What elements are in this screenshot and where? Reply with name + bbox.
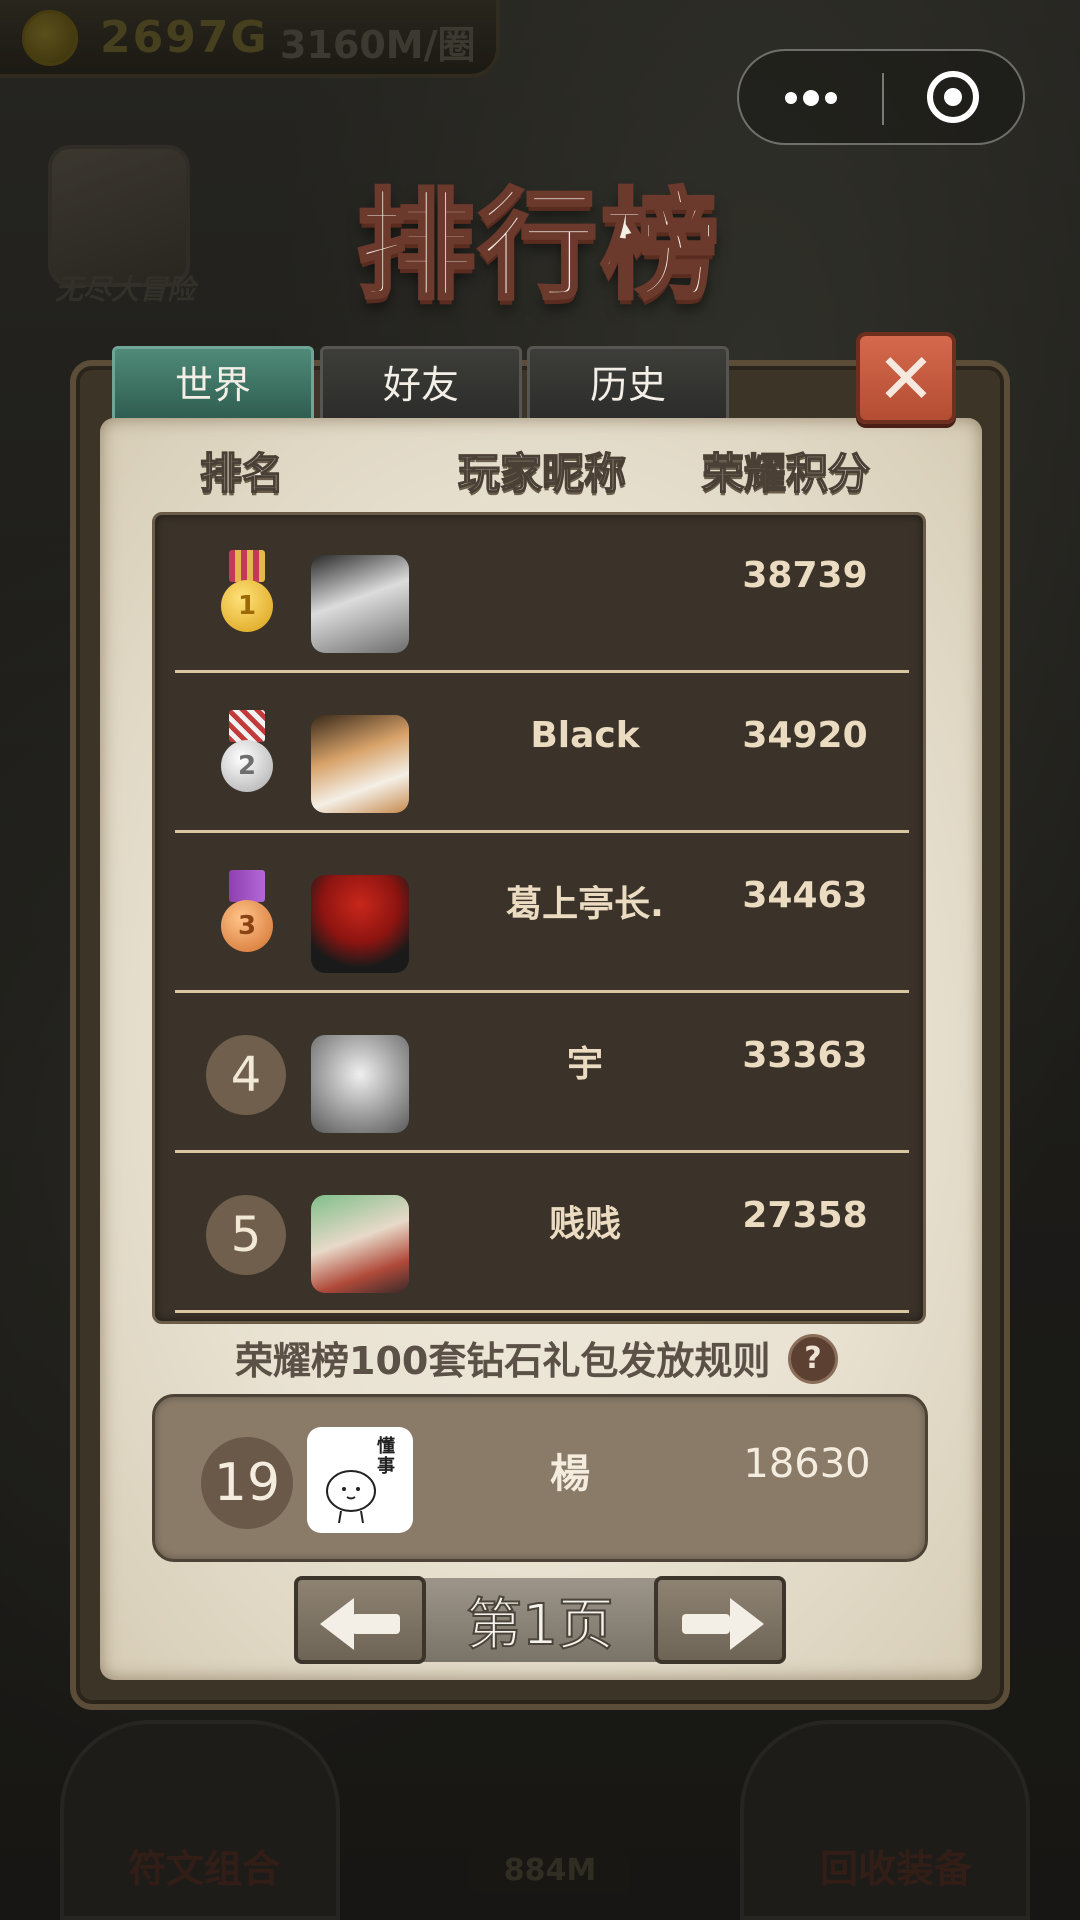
player-avatar	[311, 1195, 409, 1293]
my-rank-row: 19 懂事 楊 18630	[152, 1394, 928, 1562]
rank-number: 5	[206, 1195, 286, 1275]
prev-page-button[interactable]	[294, 1576, 426, 1664]
player-score: 34920	[742, 715, 868, 756]
row-divider	[175, 1150, 909, 1153]
my-avatar: 懂事	[307, 1427, 413, 1533]
ranking-list[interactable]: 1 38739 2 Black 34920 3 葛上亭长. 34463 4 宇 …	[152, 512, 926, 1324]
ranking-row[interactable]: 4 宇 33363	[155, 995, 923, 1153]
more-dot-icon	[825, 92, 837, 104]
player-score: 34463	[742, 875, 868, 916]
rank-number: 4	[206, 1035, 286, 1115]
more-button[interactable]	[739, 51, 882, 143]
cartoon-face-icon	[326, 1470, 376, 1524]
rewards-rules-link[interactable]: 荣耀榜100套钻石礼包发放规则	[235, 1330, 770, 1386]
ranking-row[interactable]: 3 葛上亭长. 34463	[155, 835, 923, 993]
more-dot-icon	[785, 92, 797, 104]
player-nickname: Black	[530, 715, 640, 756]
silver-medal-icon: 2	[221, 710, 273, 796]
player-nickname: 贱贱	[548, 1204, 621, 1245]
close-icon: ✕	[876, 338, 936, 420]
player-nickname: 葛上亭长.	[506, 884, 664, 925]
player-score: 33363	[742, 1035, 868, 1076]
my-score: 18630	[743, 1441, 871, 1487]
row-divider	[175, 830, 909, 833]
arrow-right-icon	[730, 1598, 764, 1650]
column-header-score: 荣耀积分	[701, 448, 871, 499]
more-dot-icon	[803, 90, 819, 106]
player-avatar	[311, 875, 409, 973]
tab-world[interactable]: 世界	[112, 346, 314, 418]
my-rank-number: 19	[201, 1437, 293, 1529]
close-button[interactable]: ✕	[856, 332, 956, 424]
column-header-rank: 排名	[199, 448, 285, 499]
next-page-button[interactable]	[654, 1576, 786, 1664]
column-header-nickname: 玩家昵称	[457, 448, 627, 499]
player-avatar	[311, 715, 409, 813]
mini-program-capsule	[737, 49, 1025, 145]
player-avatar	[311, 555, 409, 653]
page-indicator: 第1页	[465, 1592, 615, 1659]
player-score: 38739	[742, 555, 868, 596]
my-nickname: 楊	[550, 1451, 590, 1497]
bronze-medal-icon: 3	[221, 870, 273, 956]
gold-medal-icon: 1	[221, 550, 273, 636]
avatar-caption: 懂事	[377, 1436, 395, 1477]
row-divider	[175, 670, 909, 673]
ranking-row[interactable]: 2 Black 34920	[155, 675, 923, 833]
tab-history[interactable]: 历史	[527, 346, 729, 418]
player-nickname: 宇	[566, 1044, 603, 1085]
help-icon[interactable]: ?	[788, 1334, 838, 1384]
row-divider	[175, 990, 909, 993]
tab-friends[interactable]: 好友	[320, 346, 522, 418]
ranking-row[interactable]: 1 38739	[155, 515, 923, 673]
page-title: 排行榜	[355, 175, 723, 317]
player-nickname	[455, 555, 715, 635]
row-divider	[175, 1310, 909, 1313]
arrow-left-icon	[320, 1598, 354, 1650]
ranking-row[interactable]: 5 贱贱 27358	[155, 1155, 923, 1313]
player-avatar	[311, 1035, 409, 1133]
exit-mini-program-button[interactable]	[884, 51, 1025, 143]
player-score: 27358	[742, 1195, 868, 1236]
target-dot-icon	[944, 88, 962, 106]
